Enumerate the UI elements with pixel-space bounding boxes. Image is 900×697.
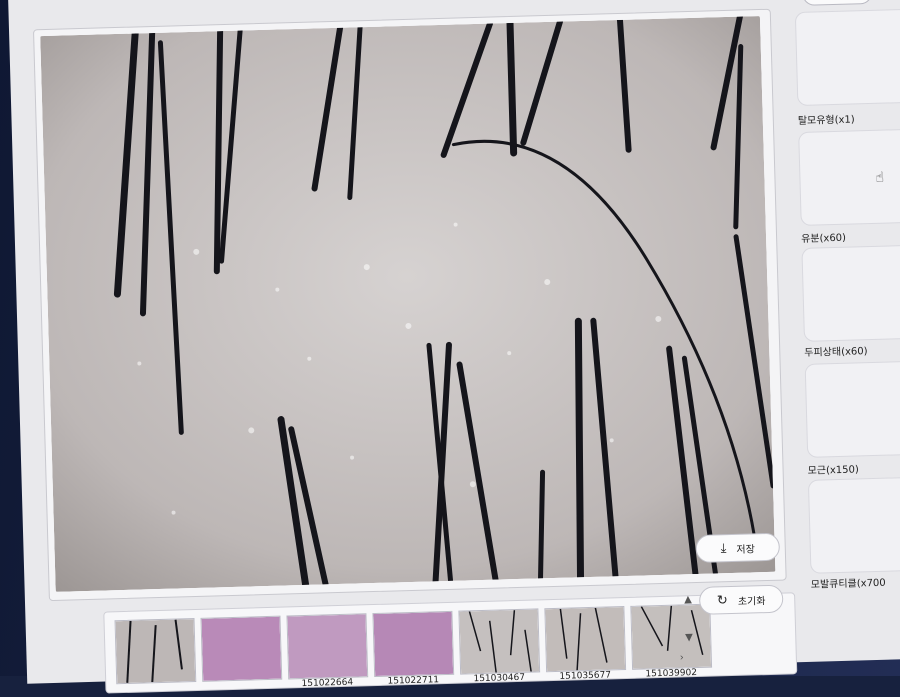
category-card-cuticle[interactable] <box>807 476 900 574</box>
microscope-viewer <box>32 8 787 602</box>
category-panel: ❚❚ 정지 탈모유형(x1) 유분(x60) 두피상태(x60) 모근(x150… <box>794 0 900 662</box>
scroll-up-icon[interactable]: ▲ <box>684 594 692 605</box>
category-label-hair-root: 모근(x150) <box>807 464 859 477</box>
thumbnail-5[interactable] <box>458 608 541 675</box>
category-card-scalp-condition[interactable] <box>801 244 900 342</box>
app-window: 151022664 151022711 151030467 151035677 … <box>8 0 900 694</box>
category-label-sebum: 유분(x60) <box>801 232 847 245</box>
category-card-sebum[interactable] <box>798 128 900 226</box>
thumbnail-label-3: 151022664 <box>301 677 354 690</box>
microscope-image[interactable] <box>40 16 776 592</box>
category-label-hair-loss: 탈모유형(x1) <box>797 114 855 127</box>
hand-cursor-icon: ☝ <box>875 169 885 186</box>
thumbnail-label-7: 151039902 <box>645 668 698 680</box>
scroll-down-icon[interactable]: ▼ <box>685 632 693 643</box>
thumbnail-strip: 151022664 151022711 151030467 151035677 … <box>103 592 798 694</box>
category-label-scalp-condition: 두피상태(x60) <box>804 346 868 359</box>
download-icon: ⤓ <box>720 540 727 556</box>
category-label-cuticle: 모발큐티클(x700 <box>810 577 886 591</box>
save-button-label: 저장 <box>736 543 756 556</box>
thumbnail-4[interactable] <box>372 610 455 678</box>
thumbnail-2[interactable] <box>200 615 283 682</box>
save-button[interactable]: ⤓ 저장 <box>695 532 781 564</box>
thumbnail-1[interactable] <box>114 618 197 685</box>
thumbnail-6[interactable] <box>544 606 627 673</box>
chevron-right-icon[interactable]: › <box>680 652 684 663</box>
category-card-hair-root[interactable] <box>804 360 900 458</box>
reset-button[interactable]: ↻ 초기화 <box>698 584 784 615</box>
refresh-icon: ↻ <box>716 592 729 608</box>
thumbnail-label-6: 151035677 <box>559 670 612 682</box>
category-card-hair-loss[interactable] <box>794 8 900 107</box>
pause-button[interactable]: ❚❚ 정지 <box>801 0 873 6</box>
thumbnail-3[interactable] <box>286 613 369 680</box>
thumbnail-label-5: 151030467 <box>473 672 526 685</box>
thumbnail-label-4: 151022711 <box>387 675 440 687</box>
reset-button-label: 초기화 <box>737 595 766 608</box>
thumbnail-7[interactable] <box>630 603 713 670</box>
